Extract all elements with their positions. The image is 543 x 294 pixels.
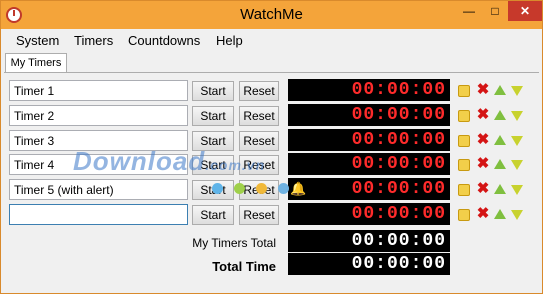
delete-icon[interactable]: ✖: [476, 82, 490, 97]
start-button[interactable]: Start: [192, 131, 234, 151]
watermark-dot-yellow: [256, 183, 267, 194]
delete-icon[interactable]: ✖: [476, 156, 490, 171]
alarm-icon[interactable]: [458, 135, 470, 147]
move-down-icon[interactable]: [511, 160, 523, 170]
minimize-button[interactable]: —: [456, 1, 482, 21]
move-up-icon[interactable]: [494, 85, 506, 95]
move-up-icon[interactable]: [494, 159, 506, 169]
move-down-icon[interactable]: [511, 185, 523, 195]
alarm-icon[interactable]: [458, 85, 470, 97]
timer-display: 00:00:00: [288, 178, 450, 200]
alert-bell-icon: 🔔: [290, 181, 307, 196]
watermark-dot-blue-2: [278, 183, 289, 194]
timer-name-input[interactable]: [9, 154, 188, 175]
timer-display: 00:00:00: [288, 129, 450, 151]
move-up-icon[interactable]: [494, 184, 506, 194]
title-bar: WatchMe — □ ✕: [1, 1, 542, 29]
close-icon: ✕: [519, 4, 531, 18]
timer-display: 00:00:00: [288, 203, 450, 225]
timer-display: 00:00:00: [288, 79, 450, 101]
total-time-display: 00:00:00: [288, 253, 450, 275]
reset-button[interactable]: Reset: [239, 131, 279, 151]
reset-button[interactable]: Reset: [239, 205, 279, 225]
timer-name-input[interactable]: [9, 105, 188, 126]
delete-icon[interactable]: ✖: [476, 181, 490, 196]
watermark-dot-green: [234, 183, 245, 194]
alarm-icon[interactable]: [458, 110, 470, 122]
delete-icon[interactable]: ✖: [476, 107, 490, 122]
start-button[interactable]: Start: [192, 205, 234, 225]
my-timers-total-label: My Timers Total: [192, 236, 276, 250]
maximize-button[interactable]: □: [482, 1, 508, 21]
my-timers-total-display: 00:00:00: [288, 230, 450, 252]
alarm-icon[interactable]: [458, 184, 470, 196]
alarm-icon[interactable]: [458, 209, 470, 221]
start-button[interactable]: Start: [192, 81, 234, 101]
timer-name-input[interactable]: [9, 204, 188, 225]
move-down-icon[interactable]: [511, 210, 523, 220]
reset-button[interactable]: Reset: [239, 106, 279, 126]
move-down-icon[interactable]: [511, 111, 523, 121]
minimize-icon: —: [463, 4, 475, 18]
timer-display: 00:00:00: [288, 104, 450, 126]
reset-button[interactable]: Reset: [239, 81, 279, 101]
menu-countdowns[interactable]: Countdowns: [128, 33, 200, 48]
start-button[interactable]: Start: [192, 106, 234, 126]
move-up-icon[interactable]: [494, 110, 506, 120]
timer-name-input[interactable]: [9, 130, 188, 151]
timer-name-input[interactable]: [9, 80, 188, 101]
maximize-icon: □: [491, 4, 499, 18]
close-button[interactable]: ✕: [508, 1, 542, 21]
delete-icon[interactable]: ✖: [476, 206, 490, 221]
tab-my-timers[interactable]: My Timers: [5, 53, 67, 73]
watchme-window: WatchMe — □ ✕ System Timers Countdowns H…: [0, 0, 543, 294]
delete-icon[interactable]: ✖: [476, 132, 490, 147]
total-time-label: Total Time: [212, 259, 276, 274]
menu-bar: System Timers Countdowns Help: [1, 29, 542, 50]
move-down-icon[interactable]: [511, 86, 523, 96]
menu-system[interactable]: System: [16, 33, 59, 48]
move-up-icon[interactable]: [494, 135, 506, 145]
reset-button[interactable]: Reset: [239, 155, 279, 175]
watermark-dot-blue: [212, 183, 223, 194]
timer-name-input[interactable]: [9, 179, 188, 200]
start-button[interactable]: Start: [192, 155, 234, 175]
alarm-icon[interactable]: [458, 159, 470, 171]
timer-display: 00:00:00: [288, 153, 450, 175]
move-up-icon[interactable]: [494, 209, 506, 219]
move-down-icon[interactable]: [511, 136, 523, 146]
menu-help[interactable]: Help: [216, 33, 243, 48]
menu-timers[interactable]: Timers: [74, 33, 113, 48]
